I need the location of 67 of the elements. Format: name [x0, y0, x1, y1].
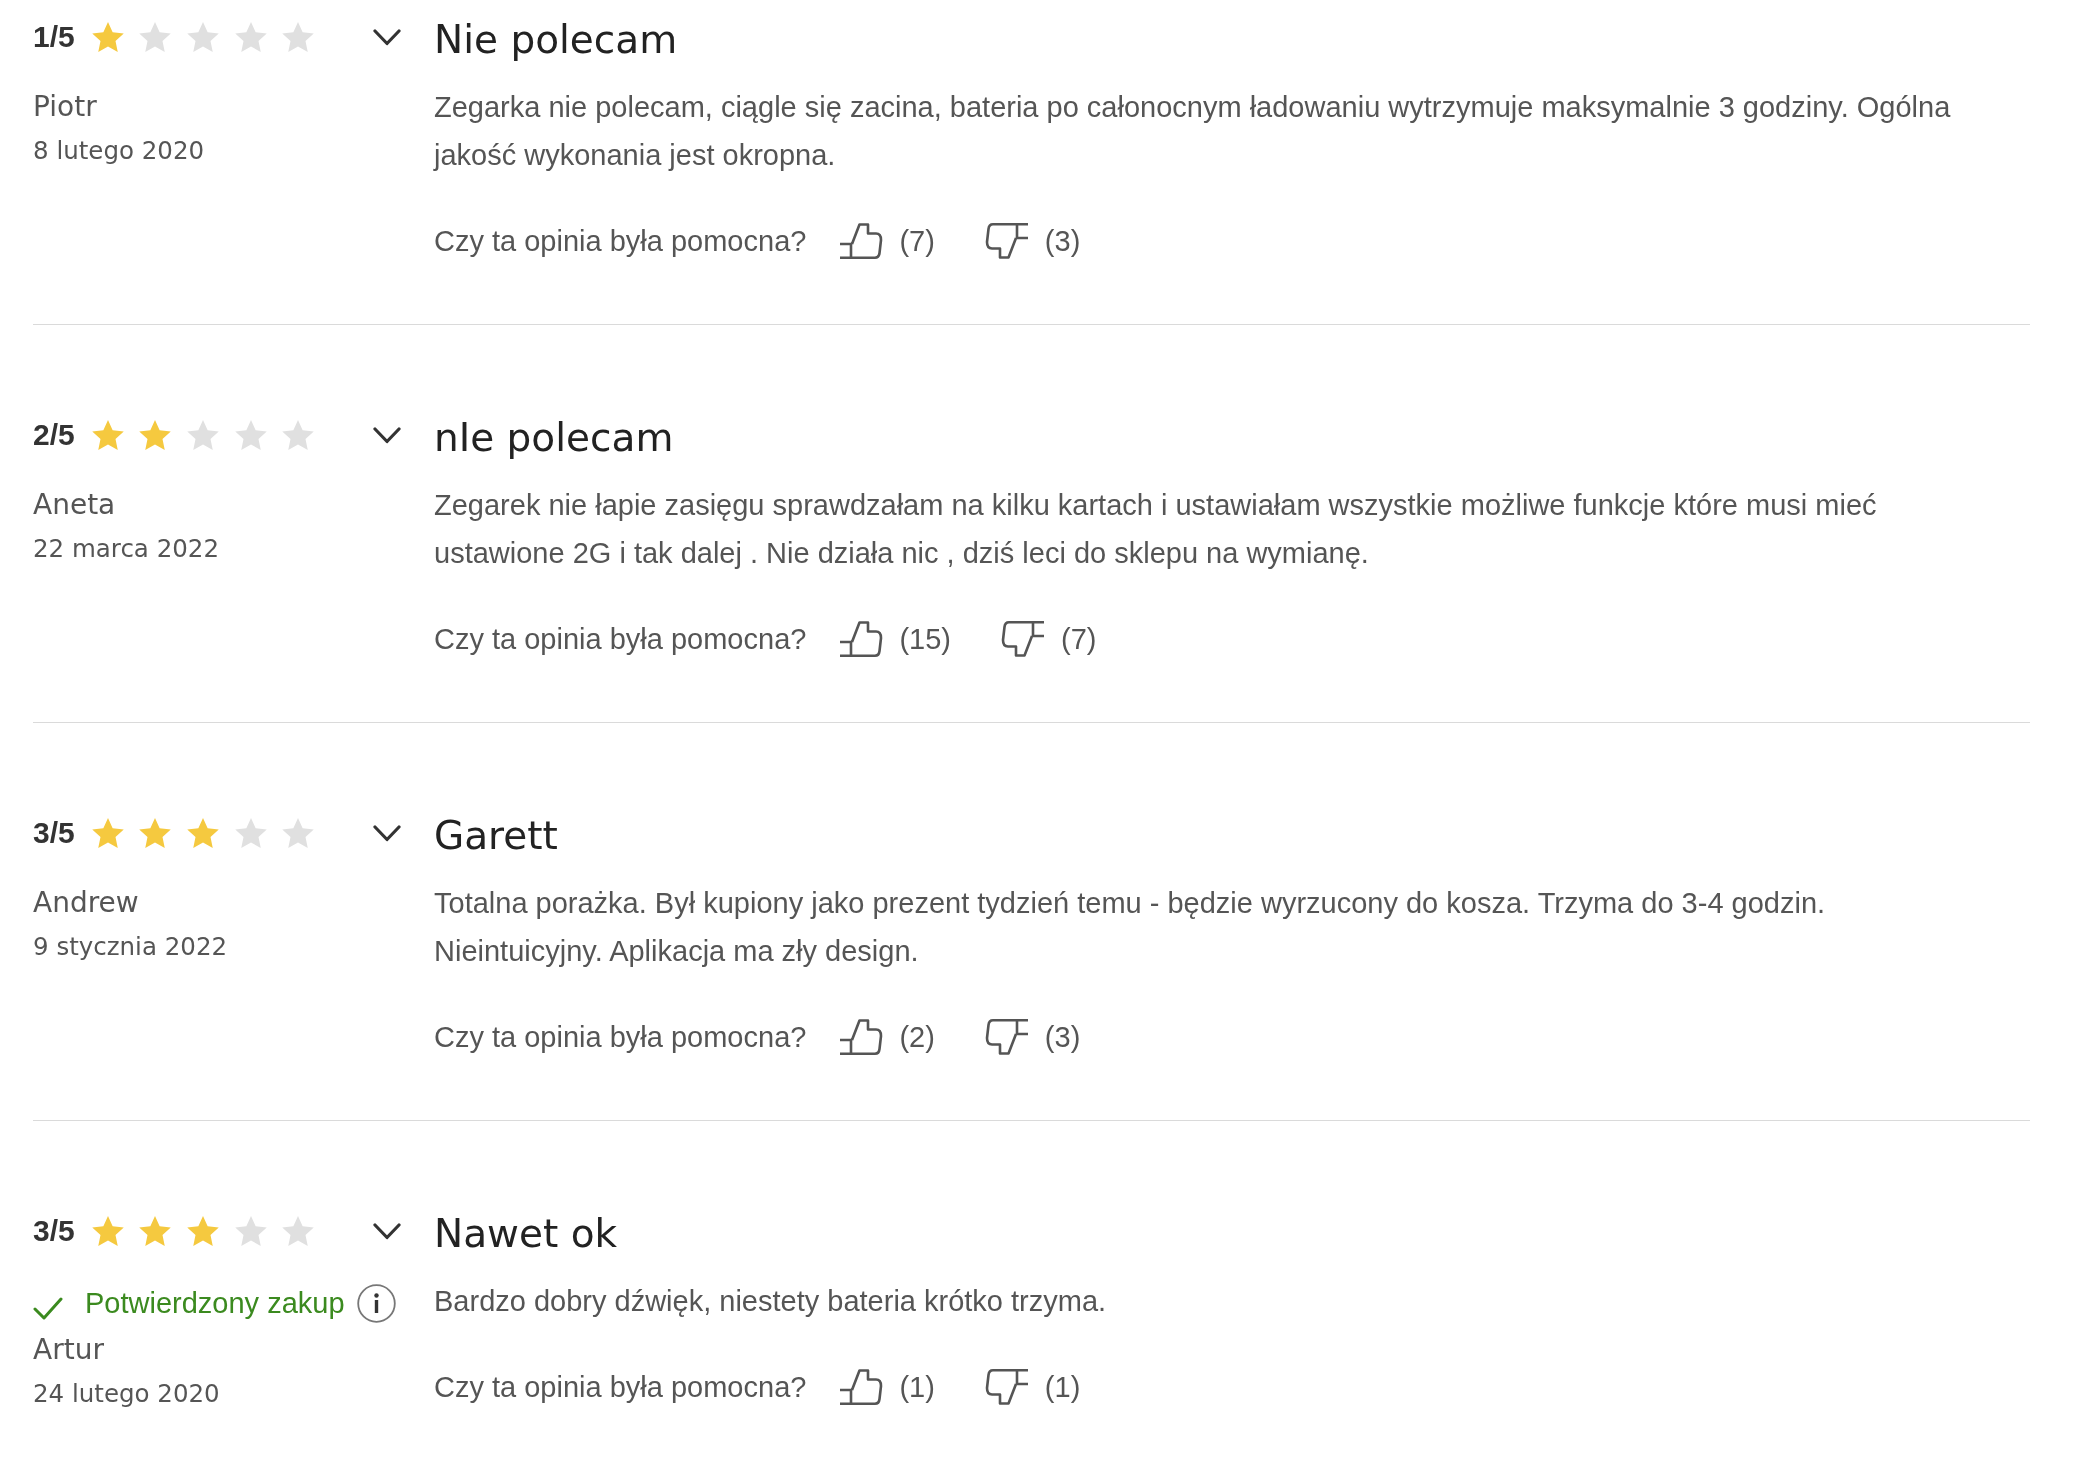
empty-star-icon	[186, 420, 219, 450]
thumbs-down-icon[interactable]	[984, 1019, 1029, 1055]
empty-star-icon	[282, 1216, 315, 1246]
thumbs-down-icon[interactable]	[984, 1369, 1029, 1405]
verified-purchase-label: Potwierdzony zakup	[85, 1286, 345, 1320]
empty-star-icon	[282, 420, 315, 450]
upvote-count: (2)	[899, 1020, 935, 1054]
helpful-question: Czy ta opinia była pomocna?	[434, 1370, 807, 1404]
reviewer-name: Andrew	[33, 885, 139, 921]
thumbs-up-icon[interactable]	[839, 1019, 884, 1055]
chevron-down-icon[interactable]	[373, 1222, 401, 1240]
review-text: Bardzo dobry dźwięk, niestety bateria krótko trzyma.	[434, 1284, 1107, 1319]
helpful-question: Czy ta opinia była pomocna?	[434, 622, 807, 656]
reviewer-name: Artur	[33, 1332, 104, 1368]
helpful-question: Czy ta opinia była pomocna?	[434, 1020, 807, 1054]
downvote-count: (7)	[1060, 622, 1097, 656]
thumbs-up-icon[interactable]	[839, 621, 884, 657]
filled-star-icon	[139, 420, 172, 450]
filled-star-icon	[186, 1216, 219, 1246]
filled-star-icon	[91, 1216, 124, 1246]
review-date: 9 stycznia 2022	[33, 931, 228, 963]
thumbs-up-icon[interactable]	[839, 1369, 884, 1405]
rating-score: 1/5	[33, 20, 75, 54]
empty-star-icon	[234, 420, 267, 450]
empty-star-icon	[282, 818, 315, 848]
filled-star-icon	[91, 818, 124, 848]
thumbs-down-icon[interactable]	[1000, 621, 1045, 657]
empty-star-icon	[234, 22, 267, 52]
thumbs-down-icon[interactable]	[984, 223, 1029, 259]
empty-star-icon	[234, 818, 267, 848]
filled-star-icon	[91, 420, 124, 450]
downvote-count: (3)	[1044, 1020, 1081, 1054]
chevron-down-icon[interactable]	[373, 824, 401, 842]
downvote-count: (3)	[1044, 224, 1081, 258]
review-title: Garett	[434, 812, 558, 860]
info-icon[interactable]	[356, 1283, 396, 1323]
review-text: Zegarek nie łapie zasięgu sprawdzałam na kilku kartach i ustawiałam wszystkie możliwe funkcje które musi mieć ustawione 2G i tak dalej . Nie działa nic , dziś leci do sklepu na wymianę.	[434, 488, 1878, 571]
reviewer-name: Piotr	[33, 89, 97, 125]
review-date: 24 lutego 2020	[33, 1378, 220, 1410]
checkmark-icon	[33, 1296, 63, 1320]
empty-star-icon	[139, 22, 172, 52]
filled-star-icon	[139, 1216, 172, 1246]
review-text: Totalna porażka. Był kupiony jako prezent tydzień temu - będzie wyrzucony do kosza. Trzyma do 3-4 godzin. Nieintuicyjny. Aplikacja ma zły design.	[434, 886, 1827, 969]
review-title: nIe polecam	[434, 414, 674, 462]
review-title: Nawet ok	[434, 1210, 618, 1258]
rating-score: 3/5	[33, 816, 75, 850]
rating-score: 2/5	[33, 418, 75, 452]
upvote-count: (15)	[899, 622, 951, 656]
review-text: Zegarka nie polecam, ciągle się zacina, bateria po całonocnym ładowaniu wytrzymuje maksymalnie 3 godziny. Ogólna jakość wykonania jest okropna.	[434, 90, 1952, 173]
upvote-count: (1)	[899, 1370, 935, 1404]
filled-star-icon	[186, 818, 219, 848]
upvote-count: (7)	[899, 224, 935, 258]
empty-star-icon	[282, 22, 315, 52]
filled-star-icon	[139, 818, 172, 848]
review-date: 22 marca 2022	[33, 533, 219, 565]
empty-star-icon	[186, 22, 219, 52]
reviewer-name: Aneta	[33, 487, 116, 523]
chevron-down-icon[interactable]	[373, 28, 401, 46]
review-title: Nie polecam	[434, 16, 678, 64]
rating-score: 3/5	[33, 1214, 75, 1248]
downvote-count: (1)	[1044, 1370, 1081, 1404]
empty-star-icon	[234, 1216, 267, 1246]
filled-star-icon	[91, 22, 124, 52]
review-date: 8 lutego 2020	[33, 135, 205, 167]
chevron-down-icon[interactable]	[373, 426, 401, 444]
helpful-question: Czy ta opinia była pomocna?	[434, 224, 807, 258]
thumbs-up-icon[interactable]	[839, 223, 884, 259]
